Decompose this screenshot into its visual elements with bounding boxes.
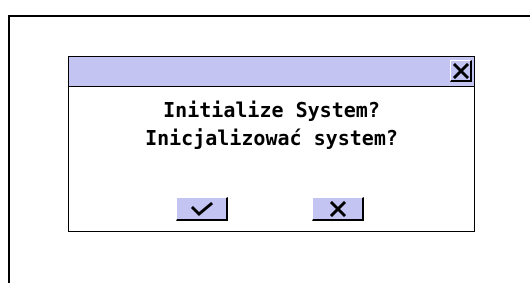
dialog-titlebar	[69, 57, 474, 87]
confirm-button[interactable]	[176, 197, 228, 221]
cancel-button[interactable]	[312, 197, 364, 221]
device-screen: Initialize System? Inicjalizować system?	[8, 15, 530, 283]
dialog-close-button[interactable]	[450, 60, 472, 82]
x-icon	[329, 200, 346, 217]
confirm-dialog: Initialize System? Inicjalizować system?	[68, 56, 475, 232]
message-line-polish: Inicjalizować system?	[145, 126, 398, 150]
close-icon	[452, 62, 469, 79]
dialog-message: Initialize System? Inicjalizować system?	[69, 96, 474, 152]
checkmark-icon	[190, 201, 213, 216]
message-line-english: Initialize System?	[163, 98, 380, 122]
